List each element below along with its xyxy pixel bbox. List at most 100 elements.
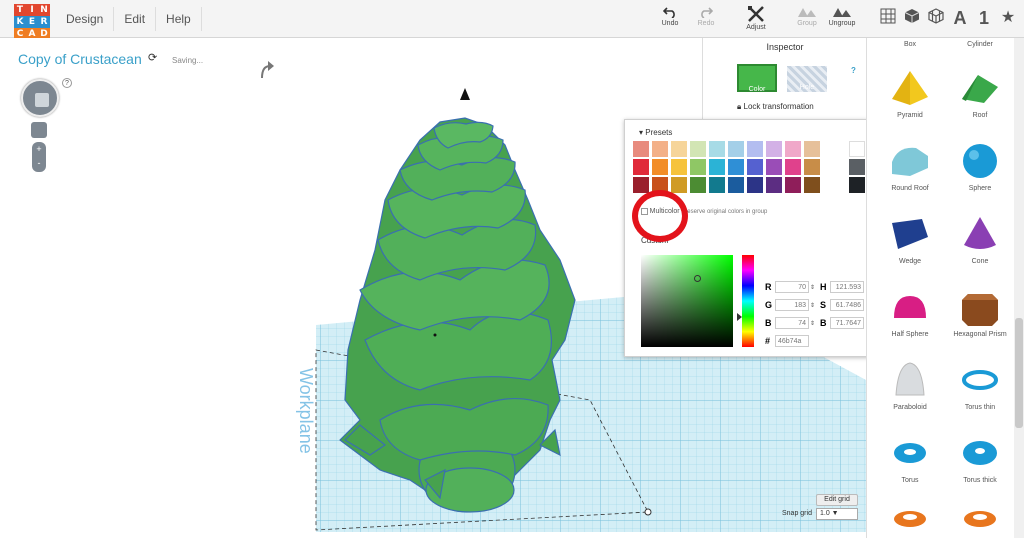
sidebar-scrollbar[interactable] xyxy=(1014,38,1024,538)
scrollbar-thumb[interactable] xyxy=(1015,318,1023,428)
blue-input[interactable]: 74 xyxy=(775,317,809,329)
preset-swatch[interactable] xyxy=(690,159,706,175)
hue-input[interactable]: 121.593 xyxy=(830,281,864,293)
adjust-button[interactable]: Adjust xyxy=(734,6,778,36)
preset-swatch[interactable] xyxy=(652,141,668,157)
hue-slider-arrow-icon[interactable] xyxy=(737,313,742,321)
box-view-icon[interactable] xyxy=(902,8,922,28)
preset-swatch[interactable] xyxy=(671,159,687,175)
preset-swatch[interactable] xyxy=(671,141,687,157)
preset-swatch[interactable] xyxy=(671,177,687,193)
lock-transformation-toggle[interactable]: 🔒︎ Lock transformation xyxy=(737,102,814,112)
green-field[interactable]: G 183 ⇕ xyxy=(765,298,815,312)
sync-icon[interactable]: ⟳ xyxy=(148,51,157,64)
orbit-control[interactable] xyxy=(21,79,59,117)
zoom-control[interactable]: + - xyxy=(32,142,46,172)
preset-swatch[interactable] xyxy=(804,177,820,193)
hex-field[interactable]: #46b74a xyxy=(765,334,809,348)
hole-button[interactable]: Hole xyxy=(787,66,827,92)
shape-item-round-roof[interactable]: Round Roof xyxy=(875,142,945,192)
preset-swatch[interactable] xyxy=(785,177,801,193)
edit-grid-button[interactable]: Edit grid xyxy=(816,494,858,506)
blue-field[interactable]: B 74 ⇕ xyxy=(765,316,815,330)
document-title[interactable]: Copy of Crustacean xyxy=(18,51,142,67)
preset-swatch[interactable] xyxy=(747,141,763,157)
preset-swatch[interactable] xyxy=(849,141,865,157)
selection-handle[interactable] xyxy=(644,508,652,516)
shape-item-pyramid[interactable]: Pyramid xyxy=(875,69,945,119)
grid-view-icon[interactable] xyxy=(878,8,898,28)
shape-item-half-sphere[interactable]: Half Sphere xyxy=(875,288,945,338)
red-field[interactable]: R 70 ⇕ xyxy=(765,280,815,294)
shape-item-paraboloid[interactable]: Paraboloid xyxy=(875,361,945,411)
preset-swatch[interactable] xyxy=(709,159,725,175)
inspector-help-icon[interactable]: ? xyxy=(851,66,856,75)
shape-item-cylinder[interactable]: Cylinder xyxy=(945,38,1014,48)
shape-item-cone[interactable]: Cone xyxy=(945,215,1014,265)
shape-item-hexagonal-prism[interactable]: Hexagonal Prism xyxy=(945,288,1014,338)
saturation-field[interactable]: S61.7486⇕ xyxy=(820,298,870,312)
shape-item-torus-thin[interactable]: Torus thin xyxy=(945,361,1014,411)
shape-item-wedge[interactable]: Wedge xyxy=(875,215,945,265)
hue-field[interactable]: H121.593⇕ xyxy=(820,280,870,294)
preset-swatch[interactable] xyxy=(728,177,744,193)
preset-swatch[interactable] xyxy=(849,159,865,175)
snap-grid-select[interactable]: 1.0 ▼ xyxy=(816,508,858,520)
preset-swatch[interactable] xyxy=(804,159,820,175)
zoom-in-icon[interactable]: + xyxy=(32,142,46,156)
undo-label: Undo xyxy=(661,20,679,27)
preset-swatch[interactable] xyxy=(633,141,649,157)
green-input[interactable]: 183 xyxy=(775,299,809,311)
preset-swatch[interactable] xyxy=(633,159,649,175)
preset-swatch[interactable] xyxy=(766,159,782,175)
text-tool-icon[interactable]: A xyxy=(950,8,970,28)
shape-item-box[interactable]: Box xyxy=(875,38,945,48)
shape-item[interactable] xyxy=(945,507,1014,532)
color-picker-cursor[interactable] xyxy=(694,275,701,282)
menu-edit[interactable]: Edit xyxy=(114,7,157,31)
view-cube-icon[interactable] xyxy=(31,122,47,138)
hex-input[interactable]: 46b74a xyxy=(775,335,809,347)
redo-button[interactable]: Redo xyxy=(684,6,728,36)
lift-arrow-icon[interactable] xyxy=(460,88,470,100)
shape-item-sphere[interactable]: Sphere xyxy=(945,142,1014,192)
red-input[interactable]: 70 xyxy=(775,281,809,293)
saturation-value-picker[interactable] xyxy=(641,255,733,347)
color-button[interactable]: Color xyxy=(737,64,777,93)
preset-swatch[interactable] xyxy=(766,141,782,157)
preset-swatch[interactable] xyxy=(709,177,725,193)
zoom-out-icon[interactable]: - xyxy=(32,156,46,170)
preset-swatch[interactable] xyxy=(747,177,763,193)
preset-swatch[interactable] xyxy=(785,159,801,175)
preset-swatch[interactable] xyxy=(690,141,706,157)
preset-swatch[interactable] xyxy=(709,141,725,157)
menu-design[interactable]: Design xyxy=(56,7,115,31)
star-icon[interactable]: ★ xyxy=(998,8,1018,28)
home-view-icon[interactable] xyxy=(35,93,49,107)
shape-item-roof[interactable]: Roof xyxy=(945,69,1014,119)
help-icon[interactable]: ? xyxy=(62,78,72,88)
wire-view-icon[interactable] xyxy=(926,8,946,28)
saturation-input[interactable]: 61.7486 xyxy=(830,299,864,311)
preset-swatch[interactable] xyxy=(728,159,744,175)
preset-swatch[interactable] xyxy=(804,141,820,157)
preset-swatch[interactable] xyxy=(652,159,668,175)
menu-help[interactable]: Help xyxy=(156,7,202,31)
preset-swatch[interactable] xyxy=(633,177,649,193)
brightness-input[interactable]: 71.7647 xyxy=(830,317,864,329)
preset-swatch[interactable] xyxy=(728,141,744,157)
shape-item-torus-thick[interactable]: Torus thick xyxy=(945,434,1014,484)
number-tool-icon[interactable]: 1 xyxy=(974,8,994,28)
ungroup-button[interactable]: Ungroup xyxy=(820,6,864,36)
preset-swatch[interactable] xyxy=(690,177,706,193)
saving-status: Saving... xyxy=(172,56,204,65)
preset-swatch[interactable] xyxy=(766,177,782,193)
preset-swatch[interactable] xyxy=(785,141,801,157)
hue-slider[interactable] xyxy=(742,255,754,347)
tinkercad-logo[interactable]: TINKERCAD xyxy=(14,4,50,40)
shape-item[interactable] xyxy=(875,507,945,532)
brightness-field[interactable]: B71.7647⇕ xyxy=(820,316,870,330)
preset-swatch[interactable] xyxy=(849,177,865,193)
shape-item-torus[interactable]: Torus xyxy=(875,434,945,484)
preset-swatch[interactable] xyxy=(747,159,763,175)
